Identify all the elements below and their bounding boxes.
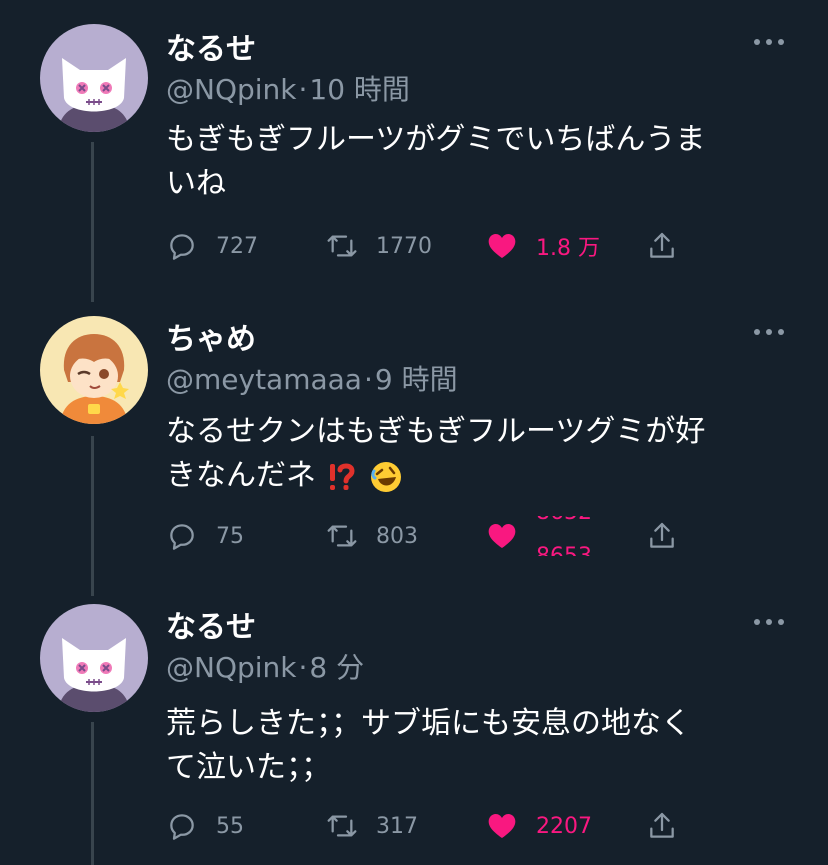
tweet-text-line: なるせクンはもぎもぎフルーツグミが好 — [166, 414, 706, 449]
user-handle[interactable]: @meytamaaa — [166, 363, 362, 396]
tweet-actions: 727 1770 1.8 万 — [166, 226, 686, 266]
tweet-text-line: て泣いた；； — [166, 750, 331, 785]
tweet-text: 荒らしきた；；サブ垢にも安息の地なく て泣いた；； — [166, 702, 786, 790]
retweet-count: 1770 — [376, 233, 432, 259]
tweet-timestamp[interactable]: 9 時間 — [375, 363, 458, 396]
retweet-icon — [327, 815, 357, 837]
tweet-text-line: いね — [166, 166, 226, 201]
white-cat-avatar-icon — [40, 24, 148, 132]
like-count-new: 8653 — [536, 544, 592, 556]
reply-count: 75 — [216, 523, 244, 549]
tweet-actions: 75 803 8652 8653 — [166, 516, 686, 556]
anime-boy-avatar-icon — [40, 316, 148, 424]
heart-filled-icon — [488, 234, 516, 258]
tweet-text-line-2: きなんだネ — [166, 454, 786, 498]
retweet-count: 803 — [376, 523, 418, 549]
reply-button[interactable]: 55 — [166, 806, 244, 846]
share-icon — [650, 522, 674, 548]
tweet-meta: @NQpink·8 分 — [166, 646, 364, 686]
like-button[interactable]: 8652 8653 — [486, 516, 606, 556]
retweet-button[interactable]: 317 — [326, 806, 418, 846]
more-options-button[interactable] — [754, 327, 784, 337]
display-name[interactable]: なるせ — [166, 602, 256, 646]
share-icon — [650, 232, 674, 258]
like-count: 1.8 万 — [536, 236, 600, 261]
more-options-button[interactable] — [754, 617, 784, 627]
meta-separator: · — [363, 363, 373, 396]
display-name[interactable]: なるせ — [166, 24, 256, 68]
reply-count: 55 — [216, 813, 244, 839]
retweet-button[interactable]: 803 — [326, 516, 418, 556]
retweet-icon — [327, 235, 357, 257]
heart-filled-icon — [488, 524, 516, 548]
avatar[interactable] — [40, 316, 148, 424]
reply-icon — [170, 524, 194, 550]
tweet[interactable]: なるせ @NQpink·8 分 荒らしきた；；サブ垢にも安息の地なく て泣いた；… — [0, 590, 828, 865]
reply-icon — [170, 814, 194, 840]
meta-separator: · — [298, 651, 308, 684]
tweet[interactable]: なるせ @NQpink·10 時間 もぎもぎフルーツがグミでいちばんうま いね … — [0, 0, 828, 300]
avatar[interactable] — [40, 604, 148, 712]
share-icon — [650, 812, 674, 838]
like-button[interactable]: 1.8 万 — [486, 226, 600, 266]
avatar[interactable] — [40, 24, 148, 132]
retweet-icon — [327, 525, 357, 547]
share-button[interactable] — [646, 516, 696, 556]
white-cat-avatar-icon — [40, 604, 148, 712]
more-options-button[interactable] — [754, 37, 784, 47]
retweet-count: 317 — [376, 813, 418, 839]
retweet-button[interactable]: 1770 — [326, 226, 432, 266]
reply-button[interactable]: 75 — [166, 516, 244, 556]
tweet-timestamp[interactable]: 10 時間 — [309, 73, 410, 106]
tweet-text-line: きなんだネ — [166, 458, 316, 493]
tweet-text: もぎもぎフルーツがグミでいちばんうま いね — [166, 118, 786, 206]
rolling-laughing-icon — [371, 461, 402, 492]
share-button[interactable] — [646, 806, 696, 846]
share-button[interactable] — [646, 226, 696, 266]
like-count: 2207 — [536, 813, 592, 839]
heart-filled-icon — [488, 814, 516, 838]
tweet-text-line: もぎもぎフルーツがグミでいちばんうま — [166, 122, 706, 157]
reply-count: 727 — [216, 233, 258, 259]
double-exclamation-question-icon — [329, 463, 355, 490]
reply-button[interactable]: 727 — [166, 226, 258, 266]
tweet-text-line: 荒らしきた；；サブ垢にも安息の地なく — [166, 706, 691, 741]
display-name[interactable]: ちゃめ — [166, 314, 256, 358]
tweet[interactable]: ちゃめ @meytamaaa·9 時間 なるせクンはもぎもぎフルーツグミが好 き… — [0, 300, 828, 590]
reply-icon — [170, 234, 194, 260]
tweet-meta: @NQpink·10 時間 — [166, 68, 410, 108]
meta-separator: · — [298, 73, 308, 106]
tweet-text: なるせクンはもぎもぎフルーツグミが好 きなんだネ — [166, 410, 786, 498]
tweet-meta: @meytamaaa·9 時間 — [166, 358, 458, 398]
like-count-old: 8652 — [536, 516, 592, 526]
user-handle[interactable]: @NQpink — [166, 73, 297, 106]
user-handle[interactable]: @NQpink — [166, 651, 297, 684]
tweet-actions: 55 317 2207 — [166, 806, 686, 846]
tweet-timestamp[interactable]: 8 分 — [309, 651, 364, 684]
like-count-animating: 8652 8653 — [536, 516, 606, 556]
like-button[interactable]: 2207 — [486, 806, 592, 846]
